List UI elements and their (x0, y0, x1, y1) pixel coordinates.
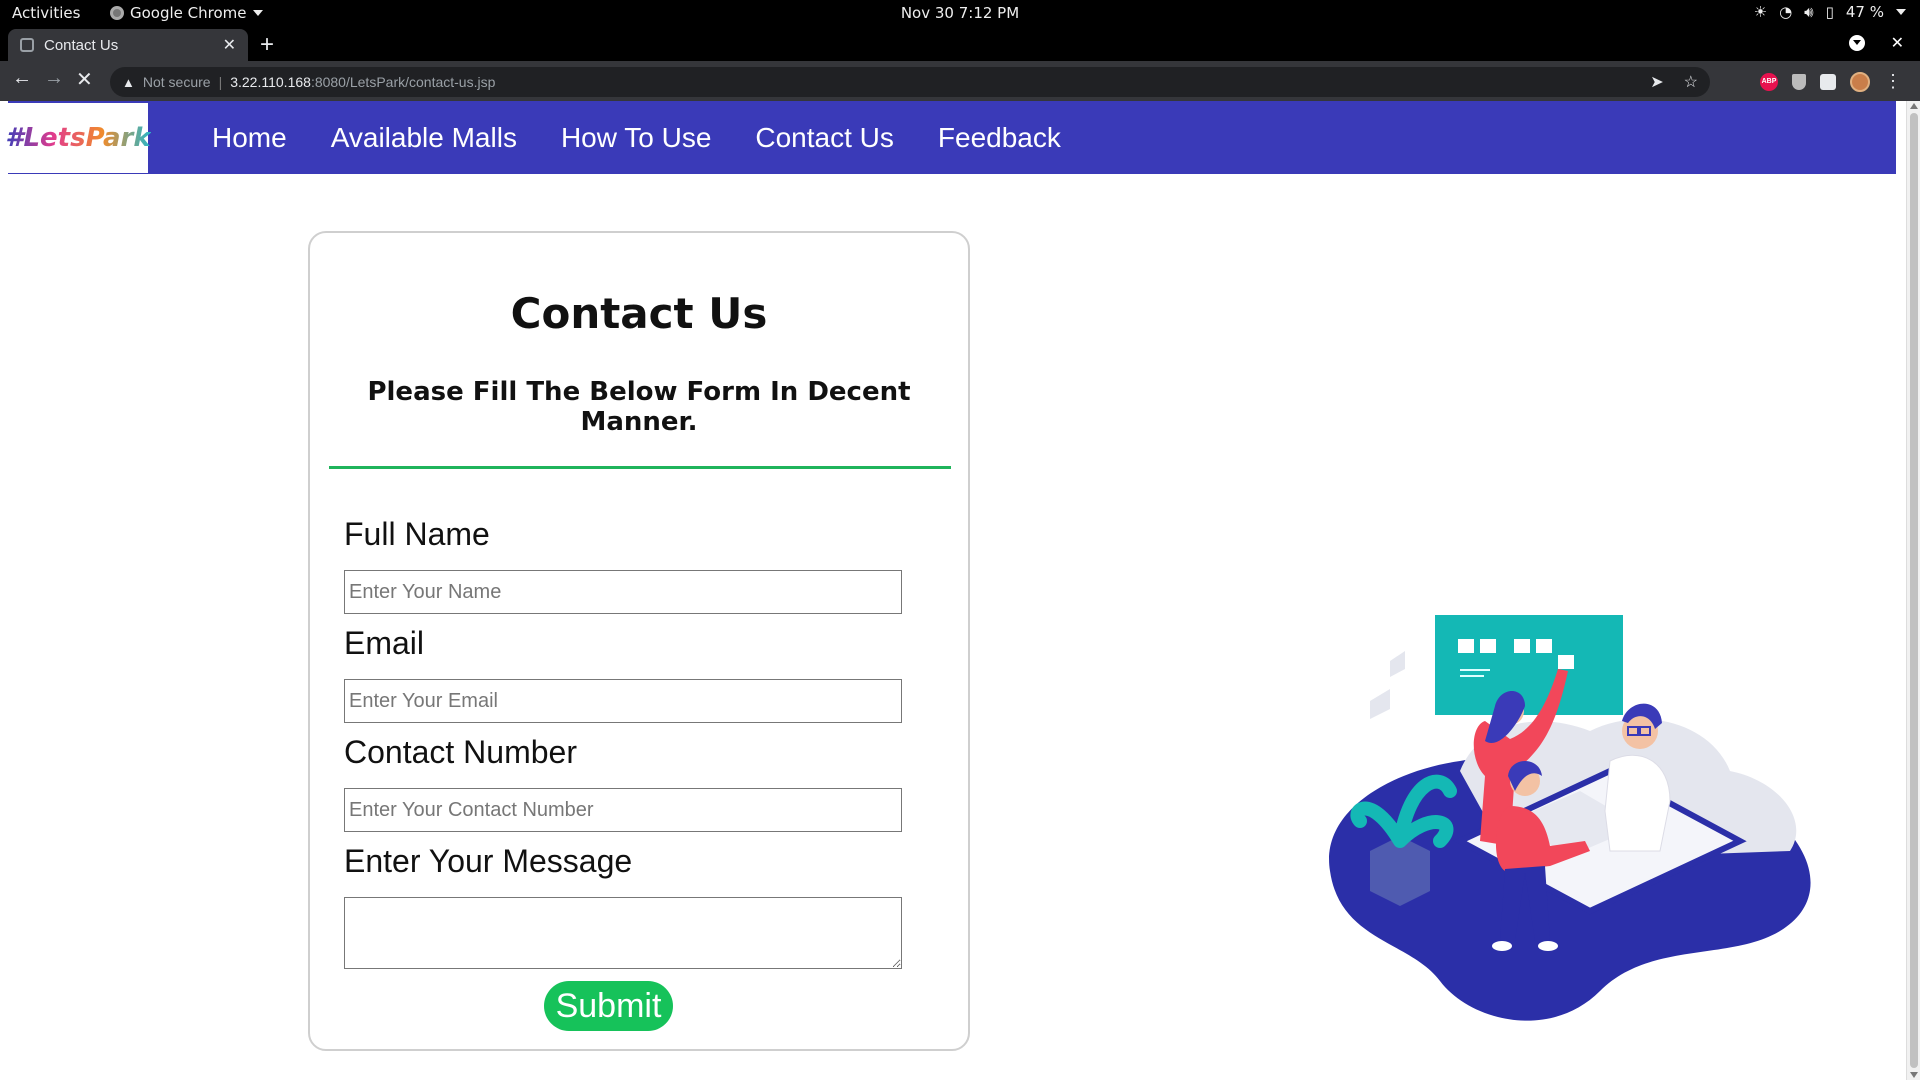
nav-how-to-use[interactable]: How To Use (561, 122, 711, 154)
chevron-down-icon (1896, 9, 1906, 15)
scroll-down-arrow-icon[interactable] (1910, 1072, 1918, 1078)
warning-icon: ▲ (122, 74, 135, 90)
nav-home[interactable]: Home (212, 122, 287, 154)
nav-available-malls[interactable]: Available Malls (331, 122, 517, 154)
forward-arrow-icon[interactable]: → (44, 67, 64, 90)
full-name-label: Full Name (344, 516, 490, 552)
send-icon[interactable]: ➤ (1650, 72, 1663, 92)
email-input[interactable] (344, 679, 902, 723)
security-label[interactable]: Not secure (143, 74, 211, 90)
divider: | (218, 74, 223, 90)
close-tab-icon[interactable]: ✕ (223, 35, 236, 55)
page-scrollbar[interactable] (1906, 101, 1920, 1080)
battery-icon: ▯ (1825, 3, 1834, 21)
browser-tab[interactable]: Contact Us ✕ (8, 29, 248, 61)
clock[interactable]: Nov 30 7:12 PM (901, 4, 1019, 22)
chevron-down-icon (252, 10, 263, 16)
scroll-up-arrow-icon[interactable] (1910, 103, 1918, 109)
adblock-icon[interactable]: ABP (1760, 72, 1778, 91)
submit-button[interactable]: Submit (544, 981, 673, 1031)
contact-number-input[interactable] (344, 788, 902, 832)
whiteboard (1435, 615, 1623, 715)
system-tray[interactable]: ☀ ◔ 🔊︎ ▯ 47 % (1754, 3, 1906, 21)
bookmark-star-icon[interactable]: ☆ (1684, 72, 1698, 92)
site-logo[interactable]: #LetsPark (5, 102, 151, 173)
brightness-icon: ☀ (1753, 3, 1768, 21)
email-label: Email (344, 625, 425, 661)
nav-contact-us[interactable]: Contact Us (755, 122, 894, 154)
app-menu[interactable]: Google Chrome (110, 4, 263, 22)
back-arrow-icon[interactable]: ← (12, 67, 32, 90)
stop-loading-icon[interactable]: ✕ (76, 67, 93, 92)
shield-icon[interactable] (1792, 73, 1806, 90)
extensions-puzzle-icon[interactable] (1820, 73, 1836, 90)
form-subtitle: Please Fill The Below Form In Decent Man… (367, 377, 911, 437)
new-tab-button[interactable]: + (260, 31, 274, 59)
page-viewport: #LetsPark Home Available Malls How To Us… (0, 101, 1906, 1080)
nav-feedback[interactable]: Feedback (938, 122, 1061, 154)
message-textarea[interactable] (344, 897, 902, 969)
system-top-bar: Activities Google Chrome Nov 30 7:12 PM … (0, 0, 1920, 27)
browser-toolbar: ← → ✕ ▲ Not secure | 3.22.110.168 :8080/… (0, 61, 1920, 101)
scrollbar-thumb[interactable] (1910, 113, 1918, 1068)
form-title: Contact Us (510, 289, 768, 338)
contact-number-label: Contact Number (344, 734, 577, 770)
site-nav: Home Available Malls How To Use Contact … (212, 122, 1061, 154)
site-navbar: #LetsPark Home Available Malls How To Us… (5, 101, 1896, 174)
activities-button[interactable]: Activities (12, 4, 80, 22)
person-man (1604, 754, 1671, 852)
app-menu-label: Google Chrome (130, 4, 247, 22)
team-collaboration-illustration (1329, 615, 1811, 1021)
profile-avatar[interactable] (1850, 71, 1870, 92)
volume-icon: 🔊︎ (1804, 3, 1814, 21)
url-host: 3.22.110.168 (230, 74, 311, 90)
tab-title: Contact Us (44, 36, 119, 54)
address-bar[interactable]: ▲ Not secure | 3.22.110.168 :8080/LetsPa… (110, 67, 1710, 97)
message-label: Enter Your Message (344, 843, 633, 879)
menu-kebab-icon[interactable]: ⋮ (1884, 71, 1902, 92)
url-path: :8080/LetsPark/contact-us.jsp (310, 74, 496, 90)
tab-search-icon[interactable] (1848, 35, 1865, 51)
contact-form-card: Contact Us Please Fill The Below Form In… (308, 231, 970, 1051)
battery-percent: 47 % (1845, 3, 1884, 21)
close-window-icon[interactable]: ✕ (1891, 33, 1904, 53)
tab-strip: Contact Us ✕ + ✕ (0, 27, 1920, 61)
site-logo-text: #LetsPark (5, 122, 151, 153)
wifi-icon: ◔ (1779, 3, 1793, 21)
divider (329, 466, 951, 469)
chrome-icon (110, 6, 124, 20)
favicon-icon (20, 38, 34, 52)
full-name-input[interactable] (344, 570, 902, 614)
